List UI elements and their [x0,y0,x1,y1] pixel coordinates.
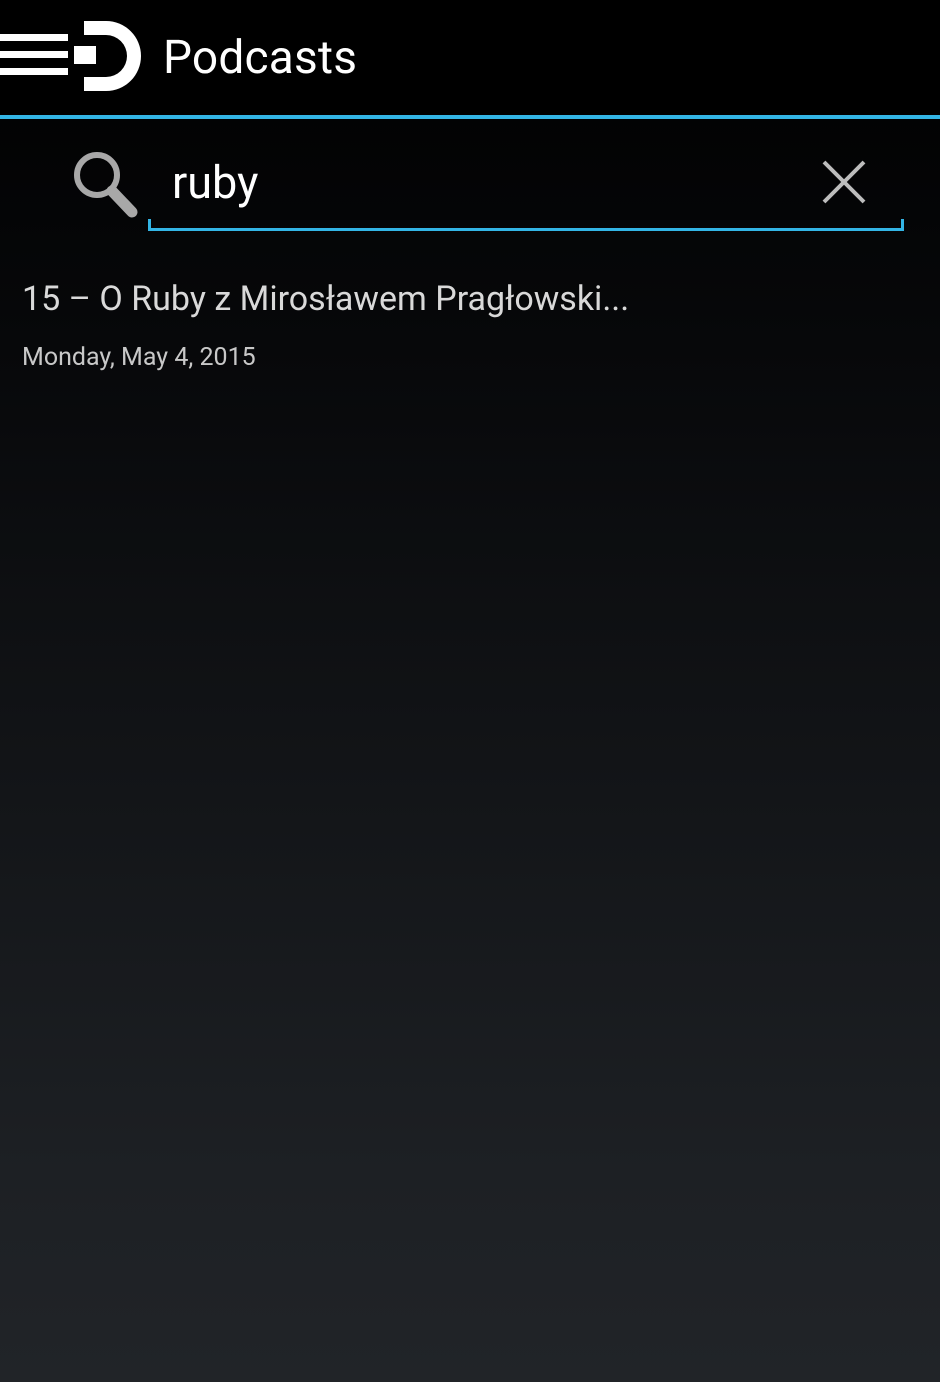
search-input[interactable] [172,150,792,214]
navigation-drawer-icon [0,34,70,78]
search-bar [0,140,940,232]
search-results-list: 15 – O Ruby z Mirosławem Pragłowski... M… [0,255,940,385]
app-logo-icon [74,21,141,91]
action-bar: Podcasts [0,0,940,115]
episode-date: Monday, May 4, 2015 [22,343,256,372]
list-item[interactable]: 15 – O Ruby z Mirosławem Pragłowski... M… [0,255,940,385]
episode-title: 15 – O Ruby z Mirosławem Pragłowski... [22,279,630,319]
action-bar-divider [0,115,940,119]
close-icon [822,160,866,204]
search-icon [74,152,138,218]
search-field[interactable] [148,140,904,231]
home-up-button[interactable] [0,18,146,94]
app-title: Podcasts [163,31,358,85]
clear-search-button[interactable] [808,146,880,218]
